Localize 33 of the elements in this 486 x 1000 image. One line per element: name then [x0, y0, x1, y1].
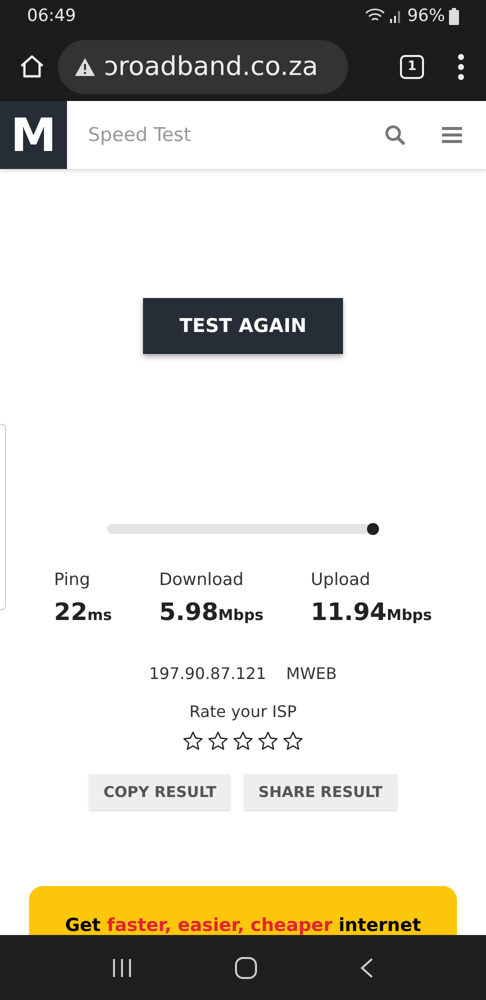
more-icon[interactable]: [458, 54, 464, 80]
address-bar[interactable]: ɔroadband.co.za: [58, 40, 348, 94]
test-again-button[interactable]: TEST AGAIN: [143, 298, 343, 354]
stat-label: Upload: [310, 569, 372, 592]
star-icon[interactable]: [207, 730, 229, 752]
promo-text: Get faster, easier, cheaper internet: [65, 914, 421, 936]
battery-percent: 96%: [407, 4, 445, 28]
result-button[interactable]: SHARE RESULT: [244, 774, 396, 810]
page-title: Speed Test: [88, 123, 192, 148]
ip-address: 197.90.87.121: [149, 662, 266, 685]
star-icon[interactable]: [282, 730, 304, 752]
clock: 06:49: [27, 4, 76, 28]
home-button-icon[interactable]: [234, 956, 258, 980]
back-icon[interactable]: [359, 956, 376, 978]
star-icon[interactable]: [257, 730, 279, 752]
star-icon[interactable]: [232, 730, 254, 752]
tab-switcher[interactable]: 1: [400, 55, 424, 80]
stat-label: Download: [159, 569, 245, 592]
rating-label: Rate your ISP: [189, 700, 297, 723]
stat-value: 11.94Mbps: [310, 596, 432, 628]
menu-icon[interactable]: [442, 126, 462, 144]
stat-label: Ping: [54, 569, 92, 592]
result-button[interactable]: COPY RESULT: [89, 774, 230, 810]
search-icon[interactable]: [384, 124, 406, 146]
recents-icon[interactable]: [110, 956, 133, 978]
stat-value: 22ms: [54, 596, 112, 628]
stat-value: 5.98Mbps: [159, 596, 264, 628]
site-logo[interactable]: M: [0, 101, 67, 170]
url-text: ɔroadband.co.za: [104, 50, 318, 84]
star-icon[interactable]: [182, 730, 204, 752]
warning-icon: [74, 57, 96, 78]
isp-name: MWEB: [286, 662, 337, 685]
battery-icon: [449, 8, 459, 25]
